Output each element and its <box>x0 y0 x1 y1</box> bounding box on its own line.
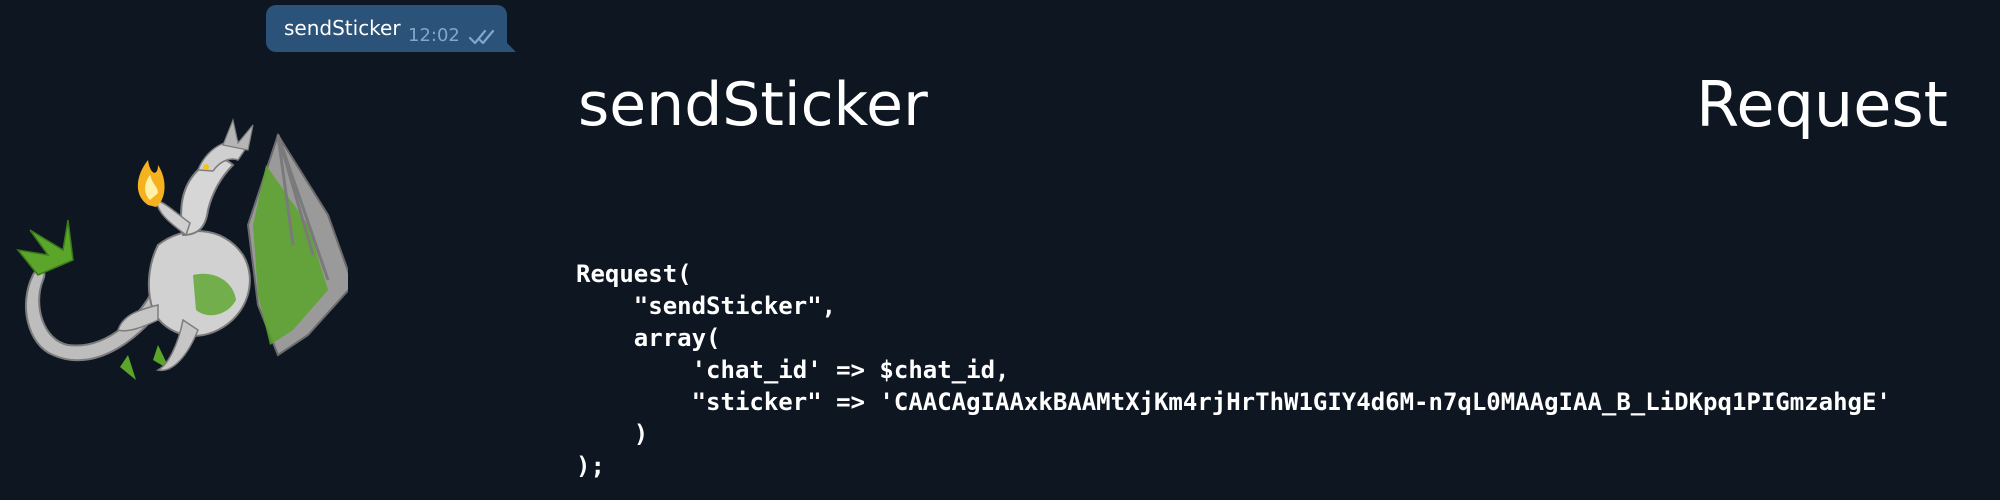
dragon-sticker[interactable] <box>8 105 348 405</box>
message-text: sendSticker <box>284 16 401 40</box>
request-label: Request <box>1696 68 1948 141</box>
code-block: Request( "sendSticker", array( 'chat_id'… <box>576 258 1891 482</box>
code-line: ); <box>576 452 605 480</box>
code-line: "sendSticker", <box>576 292 837 320</box>
code-line: 'chat_id' => $chat_id, <box>576 356 1010 384</box>
code-line: array( <box>576 324 721 352</box>
code-line: "sticker" => 'CAACAgIAAxkBAAMtXjKm4rjHrT… <box>576 388 1891 416</box>
outgoing-message-bubble[interactable]: sendSticker 12:02 <box>266 5 516 52</box>
page-title: sendSticker <box>578 70 928 140</box>
message-time: 12:02 <box>408 25 460 46</box>
bubble-tail <box>506 42 516 52</box>
code-line: ) <box>576 420 649 448</box>
double-check-icon <box>468 29 495 45</box>
code-line: Request( <box>576 260 692 288</box>
